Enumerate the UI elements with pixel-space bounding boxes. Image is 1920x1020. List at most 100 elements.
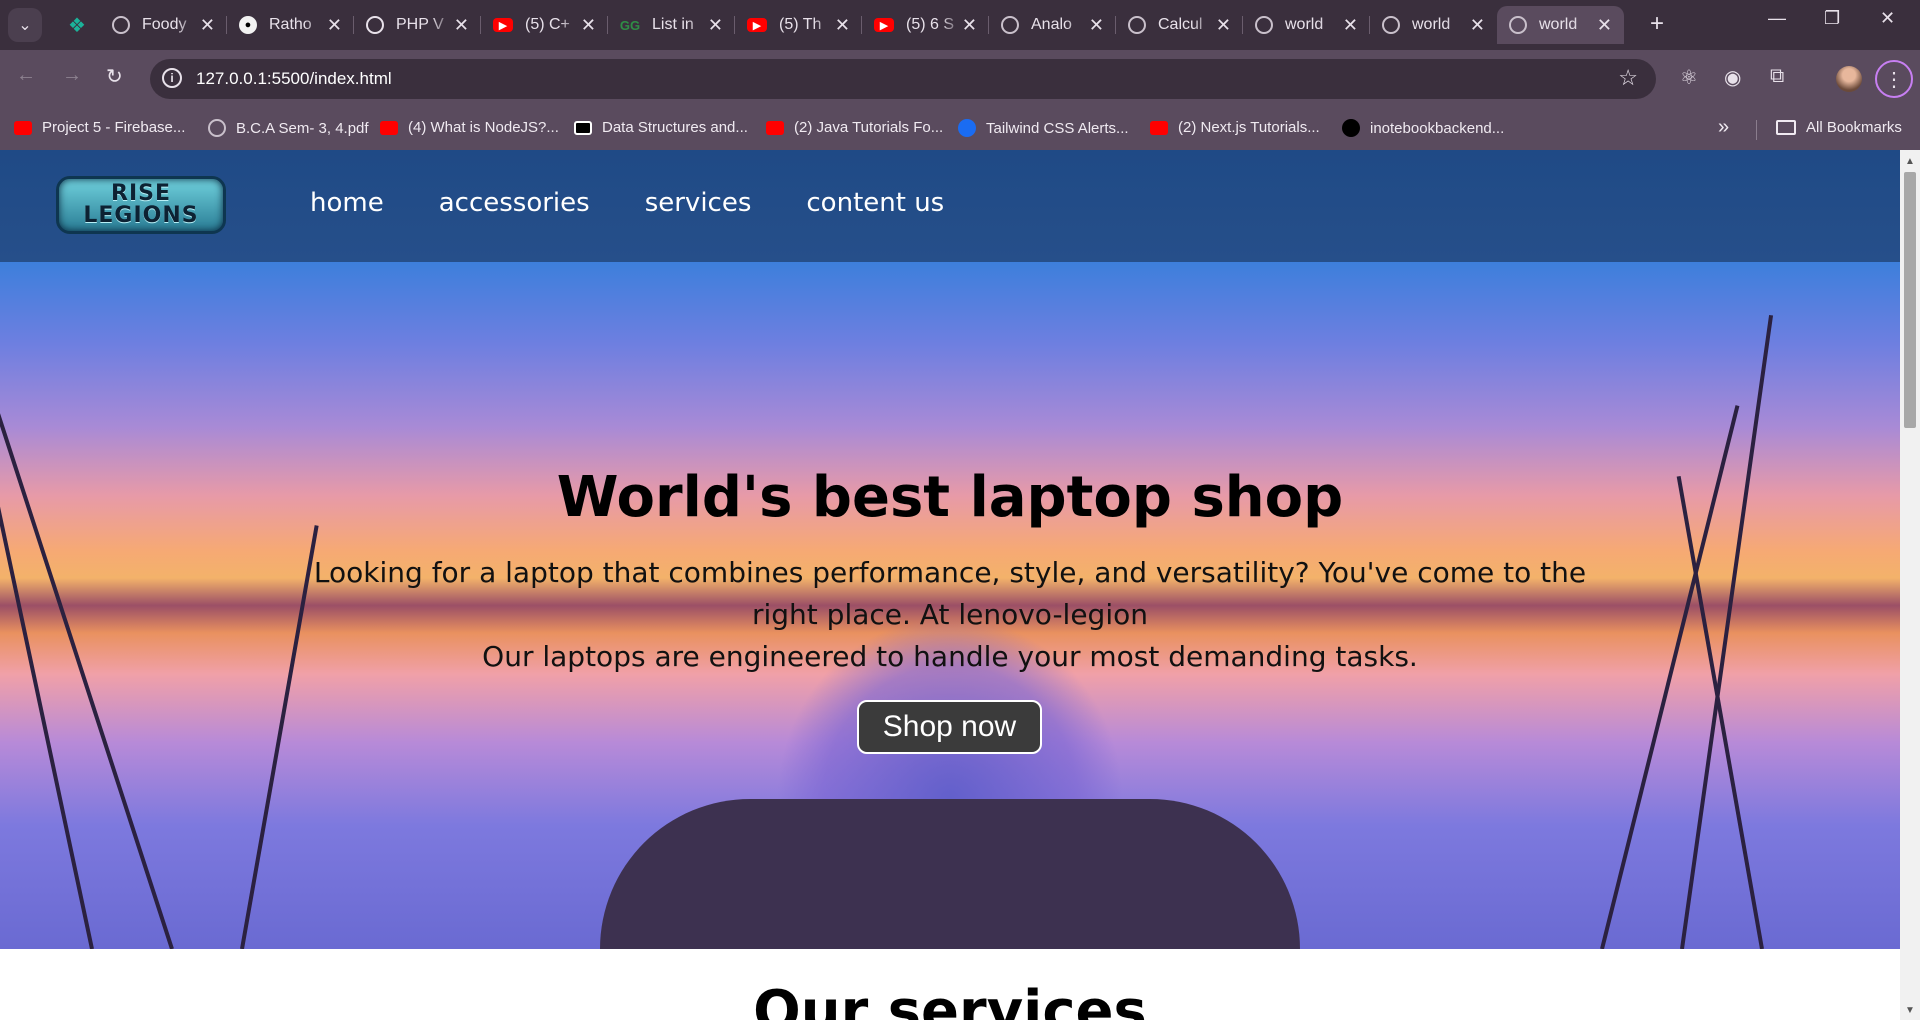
tab-title: List in: [652, 16, 694, 33]
tab-title: Analo: [1031, 16, 1072, 33]
tab-title: world: [1539, 16, 1578, 33]
tab-world-active[interactable]: world ✕: [1497, 6, 1624, 44]
scroll-down-icon[interactable]: ▼: [1905, 1005, 1915, 1016]
reload-icon[interactable]: ↻: [106, 64, 123, 89]
close-icon[interactable]: ✕: [454, 15, 469, 36]
tab-world-1[interactable]: world ✕: [1243, 6, 1370, 44]
bookmark-item[interactable]: Tailwind CSS Alerts...: [958, 119, 1129, 137]
close-icon[interactable]: ✕: [1216, 15, 1231, 36]
react-devtools-icon[interactable]: ⚛: [1680, 65, 1698, 90]
bookmarks-bar: Project 5 - Firebase... B.C.A Sem- 3, 4.…: [0, 108, 1920, 150]
nav-link-content-us[interactable]: content us: [806, 188, 944, 218]
back-arrow-icon[interactable]: ←: [16, 64, 36, 87]
scrollbar-thumb[interactable]: [1904, 172, 1916, 428]
page-viewport: RISE LEGIONS home accessories services c…: [0, 150, 1920, 1020]
foody-icon: ❖: [68, 14, 86, 37]
bookmark-item[interactable]: (2) Java Tutorials Fo...: [766, 119, 943, 136]
globe-icon: [1128, 16, 1146, 34]
close-icon[interactable]: ✕: [327, 15, 342, 36]
tab-ratho[interactable]: ● Ratho ✕: [227, 6, 354, 44]
bookmark-item[interactable]: (2) Next.js Tutorials...: [1150, 119, 1320, 136]
hero-title: World's best laptop shop: [556, 465, 1344, 530]
tab-list-in[interactable]: GG List in ✕: [608, 6, 735, 44]
dsa-icon: [574, 120, 592, 135]
address-bar[interactable]: i 127.0.0.1:5500/index.html ☆: [150, 59, 1656, 99]
nav-link-services[interactable]: services: [645, 188, 752, 218]
bookmark-item[interactable]: (4) What is NodeJS?...: [380, 119, 559, 136]
close-icon[interactable]: ✕: [1597, 15, 1612, 36]
extension-badge-icon[interactable]: ◉: [1724, 65, 1741, 90]
bookmark-label: (2) Next.js Tutorials...: [1178, 119, 1320, 136]
bookmark-label: (4) What is NodeJS?...: [408, 119, 559, 136]
hero-text-line-2: Our laptops are engineered to handle you…: [482, 640, 1418, 673]
logo-text-bottom: LEGIONS: [83, 203, 199, 228]
tab-youtube-3[interactable]: ▶ (5) 6 S ✕: [862, 6, 989, 44]
youtube-icon: [14, 120, 32, 135]
tab-world-2[interactable]: world ✕: [1370, 6, 1497, 44]
close-icon[interactable]: ✕: [835, 15, 850, 36]
extensions-puzzle-icon[interactable]: ⧉: [1770, 65, 1784, 88]
bookmark-item[interactable]: inotebookbackend...: [1342, 119, 1504, 137]
tab-php[interactable]: PHP V ✕: [354, 6, 481, 44]
tab-youtube-1[interactable]: ▶ (5) C+ ✕: [481, 6, 608, 44]
tab-pinned[interactable]: ❖: [56, 6, 100, 44]
site-menu: home accessories services content us: [310, 188, 999, 218]
nav-link-home[interactable]: home: [310, 188, 384, 218]
logo-text-top: RISE: [111, 181, 171, 206]
new-tab-button[interactable]: +: [1650, 10, 1664, 38]
nav-link-accessories[interactable]: accessories: [439, 188, 590, 218]
bookmark-label: Project 5 - Firebase...: [42, 119, 186, 136]
page-scrollbar[interactable]: ▲ ▼: [1900, 150, 1920, 1020]
tab-list: ❖ Foody ✕ ● Ratho ✕ PHP V ✕ ▶ (5) C+ ✕ G…: [56, 6, 1624, 44]
browser-toolbar: ← → ↻ i 127.0.0.1:5500/index.html ☆ ⚛ ◉ …: [0, 50, 1920, 108]
bookmark-label: B.C.A Sem- 3, 4.pdf: [236, 119, 369, 137]
bookmark-star-icon[interactable]: ☆: [1618, 65, 1638, 91]
close-icon[interactable]: ✕: [1089, 15, 1104, 36]
youtube-icon: ▶: [874, 18, 894, 32]
hero-hand-shape: [600, 799, 1300, 949]
tab-foody[interactable]: Foody ✕: [100, 6, 227, 44]
reed-shape: [1680, 314, 1774, 949]
close-icon[interactable]: ✕: [1470, 15, 1485, 36]
hero-description: Looking for a laptop that combines perfo…: [300, 552, 1600, 678]
close-icon[interactable]: ✕: [962, 15, 977, 36]
bookmark-label: (2) Java Tutorials Fo...: [794, 119, 944, 136]
site-logo[interactable]: RISE LEGIONS: [56, 176, 226, 234]
tab-youtube-2[interactable]: ▶ (5) Th ✕: [735, 6, 862, 44]
chatgpt-icon: [366, 16, 384, 34]
chevron-double-right-icon[interactable]: »: [1718, 116, 1729, 139]
bookmarks-divider: [1756, 120, 1757, 140]
scroll-up-icon[interactable]: ▲: [1905, 156, 1915, 167]
minimize-icon[interactable]: —: [1768, 8, 1786, 29]
hero-text-line-1: Looking for a laptop that combines perfo…: [313, 556, 1587, 631]
forward-arrow-icon[interactable]: →: [62, 64, 82, 87]
url-text[interactable]: 127.0.0.1:5500/index.html: [196, 69, 392, 89]
avatar[interactable]: [1836, 66, 1862, 92]
tab-calculator[interactable]: Calcul ✕: [1116, 6, 1243, 44]
globe-icon: [1509, 16, 1527, 34]
tab-analog[interactable]: Analo ✕: [989, 6, 1116, 44]
bookmark-item[interactable]: Data Structures and...: [574, 119, 748, 136]
close-icon[interactable]: ✕: [200, 15, 215, 36]
close-icon[interactable]: ✕: [708, 15, 723, 36]
all-bookmarks-button[interactable]: All Bookmarks: [1776, 119, 1902, 136]
tab-title: Calcul: [1158, 16, 1203, 33]
browser-menu-icon[interactable]: ⋮: [1875, 60, 1913, 98]
services-section: Our services: [0, 949, 1900, 1020]
restore-icon[interactable]: ❐: [1824, 8, 1840, 29]
youtube-icon: ▶: [747, 18, 767, 32]
shop-now-button[interactable]: Shop now: [857, 700, 1042, 754]
site-info-icon[interactable]: i: [162, 68, 182, 88]
tab-search-button[interactable]: ⌄: [8, 8, 42, 42]
bookmark-label: Tailwind CSS Alerts...: [986, 119, 1129, 137]
window-close-icon[interactable]: ✕: [1880, 8, 1895, 29]
bookmark-label: inotebookbackend...: [1370, 119, 1505, 137]
tailwind-icon: [958, 119, 976, 137]
bookmark-item[interactable]: Project 5 - Firebase...: [14, 119, 185, 136]
bookmark-item[interactable]: B.C.A Sem- 3, 4.pdf: [208, 119, 369, 137]
close-icon[interactable]: ✕: [1343, 15, 1358, 36]
globe-icon: [1001, 16, 1019, 34]
hero-section: World's best laptop shop Looking for a l…: [0, 262, 1900, 949]
close-icon[interactable]: ✕: [581, 15, 596, 36]
tab-title: Foody: [142, 16, 187, 33]
